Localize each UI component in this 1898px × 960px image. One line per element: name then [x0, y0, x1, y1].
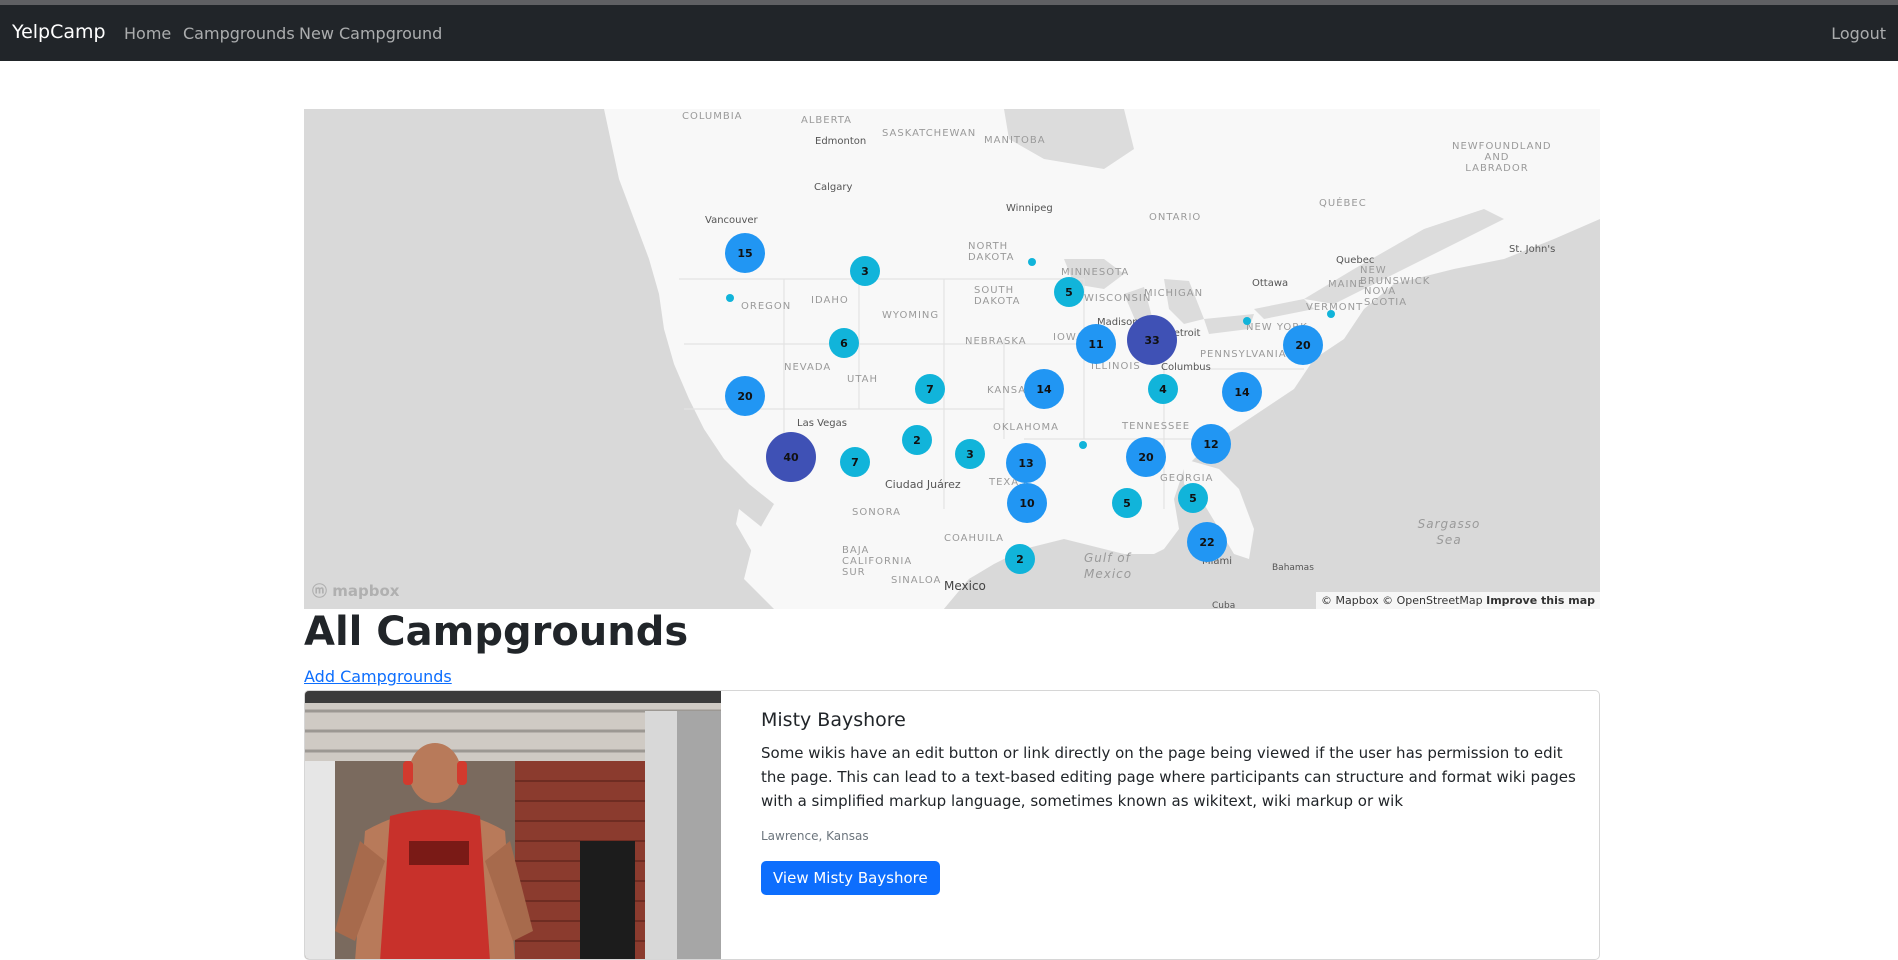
map-cluster[interactable]: 7 — [840, 447, 870, 477]
map-city: Mexico — [944, 579, 986, 593]
map-city: Winnipeg — [1006, 203, 1053, 214]
map-label-region: TENNESSEE — [1122, 421, 1191, 432]
map-city: Edmonton — [815, 136, 867, 147]
map-label-sea: Sargasso Sea — [1417, 517, 1481, 547]
map-label-region: WISCONSIN — [1084, 293, 1152, 304]
nav-new-campground[interactable]: New Campground — [299, 24, 442, 43]
campground-card-body: Misty Bayshore Some wikis have an edit b… — [761, 709, 1581, 895]
map-cluster[interactable]: 14 — [1024, 369, 1064, 409]
page-title: All Campgrounds — [304, 609, 689, 655]
map-cluster[interactable]: 22 — [1187, 522, 1227, 562]
view-campground-button[interactable]: View Misty Bayshore — [761, 861, 940, 895]
map-label-region: UTAH — [847, 374, 879, 385]
map-cluster[interactable]: 20 — [1283, 325, 1323, 365]
map-point[interactable] — [1243, 317, 1251, 325]
map-cluster[interactable]: 15 — [725, 233, 765, 273]
map-label-region: ONTARIO — [1149, 212, 1202, 223]
map-point[interactable] — [726, 294, 734, 302]
map-city: Vancouver — [705, 215, 758, 226]
map-label-region: SONORA — [852, 507, 901, 518]
map-point[interactable] — [1028, 258, 1036, 266]
map-attribution-text[interactable]: © Mapbox © OpenStreetMap — [1321, 594, 1483, 607]
map-label-region: COLUMBIA — [682, 111, 743, 122]
map-city: Calgary — [814, 182, 853, 193]
map-label-region: OREGON — [741, 301, 792, 312]
map-cluster[interactable]: 33 — [1127, 315, 1177, 365]
nav-home[interactable]: Home — [124, 24, 171, 43]
improve-map-link[interactable]: Improve this map — [1486, 594, 1595, 607]
map-cluster[interactable]: 20 — [1126, 437, 1166, 477]
campground-title: Misty Bayshore — [761, 709, 906, 731]
map-label-region: IDAHO — [811, 295, 849, 306]
map-city: Las Vegas — [797, 418, 847, 429]
map-label-region: MANITOBA — [984, 135, 1046, 146]
map-cluster[interactable]: 4 — [1148, 374, 1178, 404]
campground-photo — [305, 691, 721, 959]
map-city: St. John's — [1509, 244, 1556, 255]
map-cluster[interactable]: 3 — [850, 256, 880, 286]
map-label-region: GEORGIA — [1160, 473, 1214, 484]
map-label-region: PENNSYLVANIA — [1200, 349, 1287, 360]
map-label-region: NEBRASKA — [965, 336, 1027, 347]
map-city: Ciudad Juárez — [885, 478, 961, 491]
nav-logout[interactable]: Logout — [1831, 24, 1886, 43]
map-label-region: SASKATCHEWAN — [882, 128, 977, 139]
map-city: Cuba — [1212, 601, 1236, 609]
campground-description: Some wikis have an edit button or link d… — [761, 744, 1576, 810]
campground-image — [305, 691, 721, 959]
map-label-gulf: Gulf of Mexico — [1084, 551, 1133, 581]
map-cluster[interactable]: 13 — [1006, 443, 1046, 483]
map-cluster[interactable]: 20 — [725, 376, 765, 416]
map-label-region: WYOMING — [882, 310, 940, 321]
map-attribution[interactable]: © Mapbox © OpenStreetMap Improve this ma… — [1316, 592, 1600, 609]
nav-campgrounds[interactable]: Campgrounds — [183, 24, 295, 43]
brand-logo[interactable]: YelpCamp — [12, 21, 106, 43]
map-label-region: NOVA SCOTIA — [1364, 286, 1408, 308]
navbar: YelpCamp Home Campgrounds New Campground… — [0, 5, 1898, 61]
map-label-region: OKLAHOMA — [993, 422, 1059, 433]
map-cluster[interactable]: 12 — [1191, 424, 1231, 464]
map-city: Columbus — [1161, 362, 1211, 373]
campground-location: Lawrence, Kansas — [761, 829, 869, 843]
map-label-region: SOUTH DAKOTA — [974, 285, 1021, 307]
map-cluster[interactable]: 2 — [1005, 544, 1035, 574]
map-cluster[interactable]: 2 — [902, 425, 932, 455]
mapbox-logo-text: mapbox — [332, 582, 400, 600]
map-cluster[interactable]: 3 — [955, 439, 985, 469]
map-cluster[interactable]: 14 — [1222, 372, 1262, 412]
map-label-region: NORTH DAKOTA — [968, 241, 1015, 263]
map-cluster[interactable]: 6 — [829, 328, 859, 358]
campground-card: Misty Bayshore Some wikis have an edit b… — [304, 690, 1600, 960]
map-city: Ottawa — [1252, 278, 1289, 289]
map-cluster[interactable]: 11 — [1076, 324, 1116, 364]
map-label-region: QUÉBEC — [1319, 198, 1367, 209]
map-label-region: NEWFOUNDLAND AND LABRADOR — [1452, 141, 1552, 174]
map-cluster[interactable]: 7 — [915, 374, 945, 404]
add-campgrounds-link[interactable]: Add Campgrounds — [304, 667, 452, 686]
map-point[interactable] — [1079, 441, 1087, 449]
map-cluster[interactable]: 5 — [1112, 488, 1142, 518]
map-point[interactable] — [1327, 310, 1335, 318]
mapbox-logo[interactable]: ⓜ mapbox — [312, 580, 399, 601]
map-label-region: BAJA CALIFORNIA SUR — [842, 545, 913, 578]
map-label-region: ALBERTA — [801, 115, 852, 126]
map-cluster[interactable]: 10 — [1007, 483, 1047, 523]
map-label-region: NEVADA — [784, 362, 832, 373]
map-city: Quebec — [1336, 255, 1375, 266]
cluster-map[interactable]: COLUMBIA ALBERTA SASKATCHEWAN MANITOBA N… — [304, 109, 1600, 609]
map-cluster[interactable]: 5 — [1178, 483, 1208, 513]
map-label-region: MICHIGAN — [1144, 288, 1204, 299]
map-label-region: NEW BRUNSWICK — [1360, 265, 1431, 287]
map-city: Bahamas — [1272, 563, 1314, 573]
map-cluster[interactable]: 40 — [766, 432, 816, 482]
map-cluster[interactable]: 5 — [1054, 277, 1084, 307]
map-label-region: COAHUILA — [944, 533, 1004, 544]
map-label-region: SINALOA — [891, 575, 942, 586]
